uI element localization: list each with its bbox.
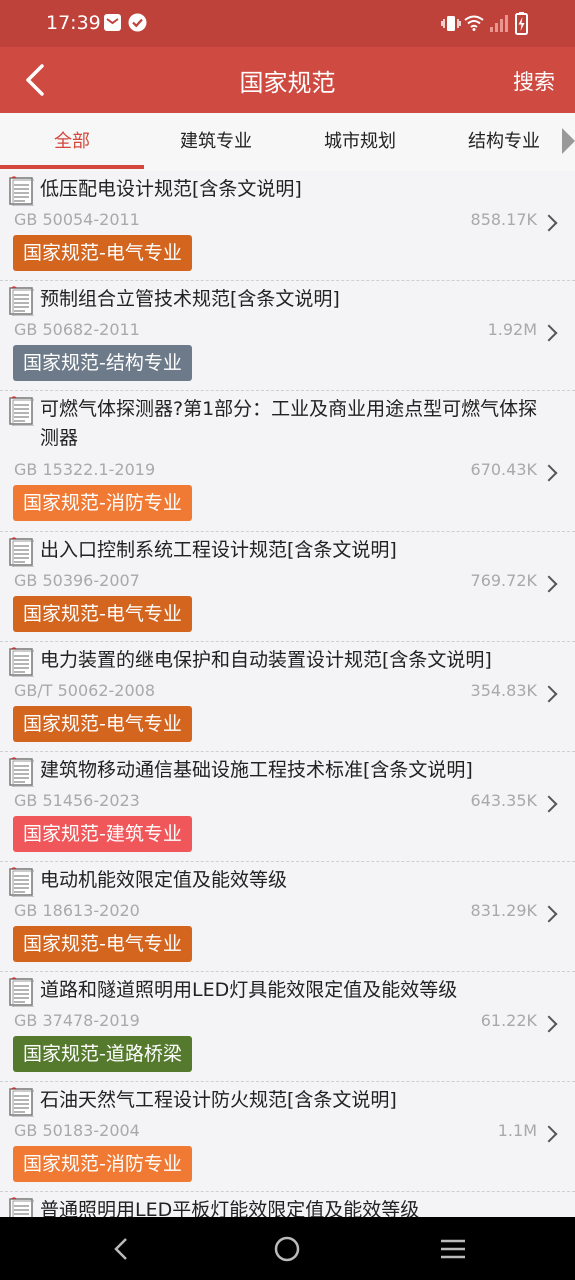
- tab-architecture[interactable]: 建筑专业: [144, 113, 288, 171]
- item-file-size: 354.83K: [470, 681, 537, 700]
- standards-list: 低压配电设计规范[含条文说明] GB 50054-2011 858.17K 国家规范-…: [0, 171, 575, 1217]
- item-category-tag: 国家规范-电气专业: [13, 596, 192, 632]
- item-file-size: 769.72K: [470, 571, 537, 590]
- document-icon: [9, 867, 36, 898]
- item-category-tag: 国家规范-建筑专业: [13, 816, 192, 852]
- item-standard-code: GB 15322.1-2019: [14, 460, 156, 479]
- chevron-right-icon: [540, 214, 558, 232]
- active-tab-indicator: [0, 165, 144, 169]
- item-title: 电动机能效限定值及能效等级: [40, 869, 288, 891]
- wifi-icon: [464, 15, 484, 31]
- system-navigation-bar: [0, 1217, 575, 1280]
- item-title: 道路和隧道照明用LED灯具能效限定值及能效等级: [40, 979, 458, 1001]
- item-standard-code: GB 50396-2007: [14, 571, 140, 590]
- check-circle-icon: [128, 13, 147, 32]
- list-item[interactable]: 电动机能效限定值及能效等级 GB 18613-2020 831.29K 国家规范-电气…: [0, 862, 575, 972]
- item-title: 预制组合立管技术规范[含条文说明]: [40, 288, 340, 310]
- item-category-tag: 国家规范-道路桥梁: [13, 1036, 192, 1072]
- item-category-tag: 国家规范-电气专业: [13, 926, 192, 962]
- list-item[interactable]: 普通照明用LED平板灯能效限定值及能效等级: [0, 1192, 575, 1217]
- search-button[interactable]: 搜索: [513, 66, 555, 96]
- item-title: 低压配电设计规范[含条文说明]: [40, 178, 302, 200]
- list-item[interactable]: 出入口控制系统工程设计规范[含条文说明] GB 50396-2007 769.72K…: [0, 532, 575, 642]
- app-bar: 国家规范 搜索: [0, 47, 575, 113]
- item-standard-code: GB 37478-2019: [14, 1011, 140, 1030]
- item-title: 建筑物移动通信基础设施工程技术标准[含条文说明]: [40, 759, 473, 781]
- item-title: 可燃气体探测器?第1部分：工业及商业用途点型可燃气体探测器: [40, 398, 538, 449]
- document-icon: [9, 647, 36, 678]
- item-file-size: 831.29K: [470, 901, 537, 920]
- item-file-size: 858.17K: [470, 210, 537, 229]
- item-standard-code: GB 50054-2011: [14, 210, 140, 229]
- chevron-right-icon: [540, 575, 558, 593]
- nav-home-icon[interactable]: [273, 1235, 301, 1263]
- document-icon: [9, 1197, 36, 1217]
- list-item[interactable]: 低压配电设计规范[含条文说明] GB 50054-2011 858.17K 国家规范-…: [0, 171, 575, 281]
- item-file-size: 1.1M: [497, 1121, 537, 1140]
- item-standard-code: GB 51456-2023: [14, 791, 140, 810]
- item-file-size: 643.35K: [470, 791, 537, 810]
- list-item[interactable]: 道路和隧道照明用LED灯具能效限定值及能效等级 GB 37478-2019 61.2…: [0, 972, 575, 1082]
- item-title: 电力装置的继电保护和自动装置设计规范[含条文说明]: [40, 649, 492, 671]
- mail-notification-icon: [104, 14, 121, 31]
- tab-scroll-arrow-icon[interactable]: [562, 128, 575, 154]
- document-icon: [9, 537, 36, 568]
- document-icon: [9, 176, 36, 207]
- nav-recents-icon[interactable]: [439, 1238, 467, 1260]
- chevron-right-icon: [540, 464, 558, 482]
- signal-icon: [490, 15, 508, 32]
- item-title: 出入口控制系统工程设计规范[含条文说明]: [40, 539, 397, 561]
- tab-structure[interactable]: 结构专业: [432, 113, 575, 171]
- item-file-size: 670.43K: [470, 460, 537, 479]
- chevron-right-icon: [540, 795, 558, 813]
- list-item[interactable]: 预制组合立管技术规范[含条文说明] GB 50682-2011 1.92M 国家规范-…: [0, 281, 575, 391]
- chevron-right-icon: [540, 1015, 558, 1033]
- page-title: 国家规范: [239, 69, 336, 97]
- item-standard-code: GB 18613-2020: [14, 901, 140, 920]
- vibrate-icon: [441, 16, 461, 31]
- document-icon: [9, 757, 36, 788]
- list-item[interactable]: 建筑物移动通信基础设施工程技术标准[含条文说明] GB 51456-2023 643…: [0, 752, 575, 862]
- list-item[interactable]: 石油天然气工程设计防火规范[含条文说明] GB 50183-2004 1.1M 国家规…: [0, 1082, 575, 1192]
- tab-all[interactable]: 全部: [0, 113, 144, 171]
- item-standard-code: GB/T 50062-2008: [14, 681, 156, 700]
- item-category-tag: 国家规范-电气专业: [13, 706, 192, 742]
- chevron-right-icon: [540, 1125, 558, 1143]
- list-item[interactable]: 可燃气体探测器?第1部分：工业及商业用途点型可燃气体探测器 GB 15322.1-…: [0, 391, 575, 532]
- item-file-size: 1.92M: [487, 320, 537, 339]
- chevron-right-icon: [540, 324, 558, 342]
- item-file-size: 61.22K: [480, 1011, 537, 1030]
- chevron-right-icon: [540, 905, 558, 923]
- document-icon: [9, 286, 36, 317]
- item-standard-code: GB 50183-2004: [14, 1121, 140, 1140]
- list-item[interactable]: 电力装置的继电保护和自动装置设计规范[含条文说明] GB/T 50062-2008…: [0, 642, 575, 752]
- chevron-right-icon: [540, 685, 558, 703]
- tab-urban-planning[interactable]: 城市规划: [288, 113, 432, 171]
- item-category-tag: 国家规范-消防专业: [13, 485, 192, 521]
- category-tabs: 全部 建筑专业 城市规划 结构专业: [0, 113, 575, 172]
- document-icon: [9, 977, 36, 1008]
- status-bar: 17:39: [0, 0, 575, 47]
- nav-back-icon[interactable]: [112, 1237, 130, 1261]
- status-time: 17:39: [46, 12, 101, 34]
- battery-charging-icon: [515, 12, 528, 35]
- document-icon: [9, 1087, 36, 1118]
- item-category-tag: 国家规范-消防专业: [13, 1146, 192, 1182]
- item-title: 石油天然气工程设计防火规范[含条文说明]: [40, 1089, 397, 1111]
- item-category-tag: 国家规范-电气专业: [13, 235, 192, 271]
- document-icon: [9, 396, 36, 427]
- item-title: 普通照明用LED平板灯能效限定值及能效等级: [40, 1199, 420, 1217]
- item-category-tag: 国家规范-结构专业: [13, 345, 192, 381]
- item-standard-code: GB 50682-2011: [14, 320, 140, 339]
